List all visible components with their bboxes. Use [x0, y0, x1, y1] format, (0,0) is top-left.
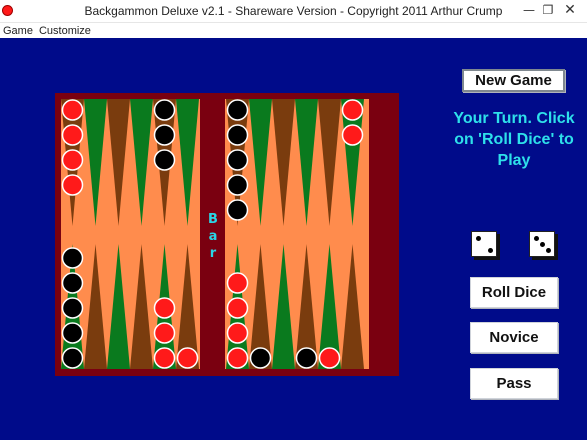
player-checker: [176, 347, 199, 369]
player-checker: [153, 322, 176, 344]
roll-dice-button[interactable]: Roll Dice: [470, 277, 558, 308]
opponent-checker: [61, 247, 84, 269]
player-checker: [318, 347, 341, 369]
die: [471, 231, 497, 257]
player-checker: [61, 174, 84, 196]
opponent-checker: [61, 297, 84, 319]
player-checker: [61, 124, 84, 146]
board-point-bottom: [272, 244, 295, 369]
die-pip: [539, 241, 545, 247]
board-point-top: [272, 99, 295, 226]
player-checker: [61, 99, 84, 121]
board-point-top: [318, 99, 341, 226]
opponent-checker: [153, 124, 176, 146]
opponent-checker: [61, 272, 84, 294]
player-checker: [341, 124, 364, 146]
die-pip: [533, 235, 539, 241]
status-message: Your Turn. Click on 'Roll Dice' to Play: [453, 110, 575, 169]
opponent-checker: [249, 347, 272, 369]
difficulty-button[interactable]: Novice: [470, 322, 558, 353]
opponent-checker: [226, 149, 249, 171]
player-checker: [226, 272, 249, 294]
player-checker: [341, 99, 364, 121]
new-game-button[interactable]: New Game: [462, 69, 565, 92]
board-point-top: [84, 99, 107, 226]
player-checker: [226, 347, 249, 369]
opponent-checker: [61, 322, 84, 344]
board-point-bottom: [84, 244, 107, 369]
die: [529, 231, 555, 257]
opponent-checker: [226, 174, 249, 196]
bar-label-letter: r: [209, 246, 217, 261]
pass-button[interactable]: Pass: [470, 368, 558, 399]
board-point-top: [107, 99, 130, 226]
die-pip: [487, 247, 493, 253]
opponent-checker: [153, 99, 176, 121]
board-point-top: [295, 99, 318, 226]
board-point-top: [176, 99, 199, 226]
player-checker: [153, 347, 176, 369]
die-pip: [545, 247, 551, 253]
bar-label-letter: a: [208, 229, 218, 244]
die-pip: [475, 235, 481, 241]
player-checker: [226, 297, 249, 319]
opponent-checker: [153, 149, 176, 171]
board-point-bottom: [130, 244, 153, 369]
opponent-checker: [295, 347, 318, 369]
board-point-top: [249, 99, 272, 226]
player-checker: [61, 149, 84, 171]
player-checker: [226, 322, 249, 344]
opponent-checker: [61, 347, 84, 369]
player-checker: [153, 297, 176, 319]
bar-label-letter: B: [208, 212, 218, 227]
board-point-bottom: [341, 244, 364, 369]
board-point-bottom: [107, 244, 130, 369]
opponent-checker: [226, 99, 249, 121]
board-point-top: [130, 99, 153, 226]
opponent-checker: [226, 199, 249, 221]
opponent-checker: [226, 124, 249, 146]
